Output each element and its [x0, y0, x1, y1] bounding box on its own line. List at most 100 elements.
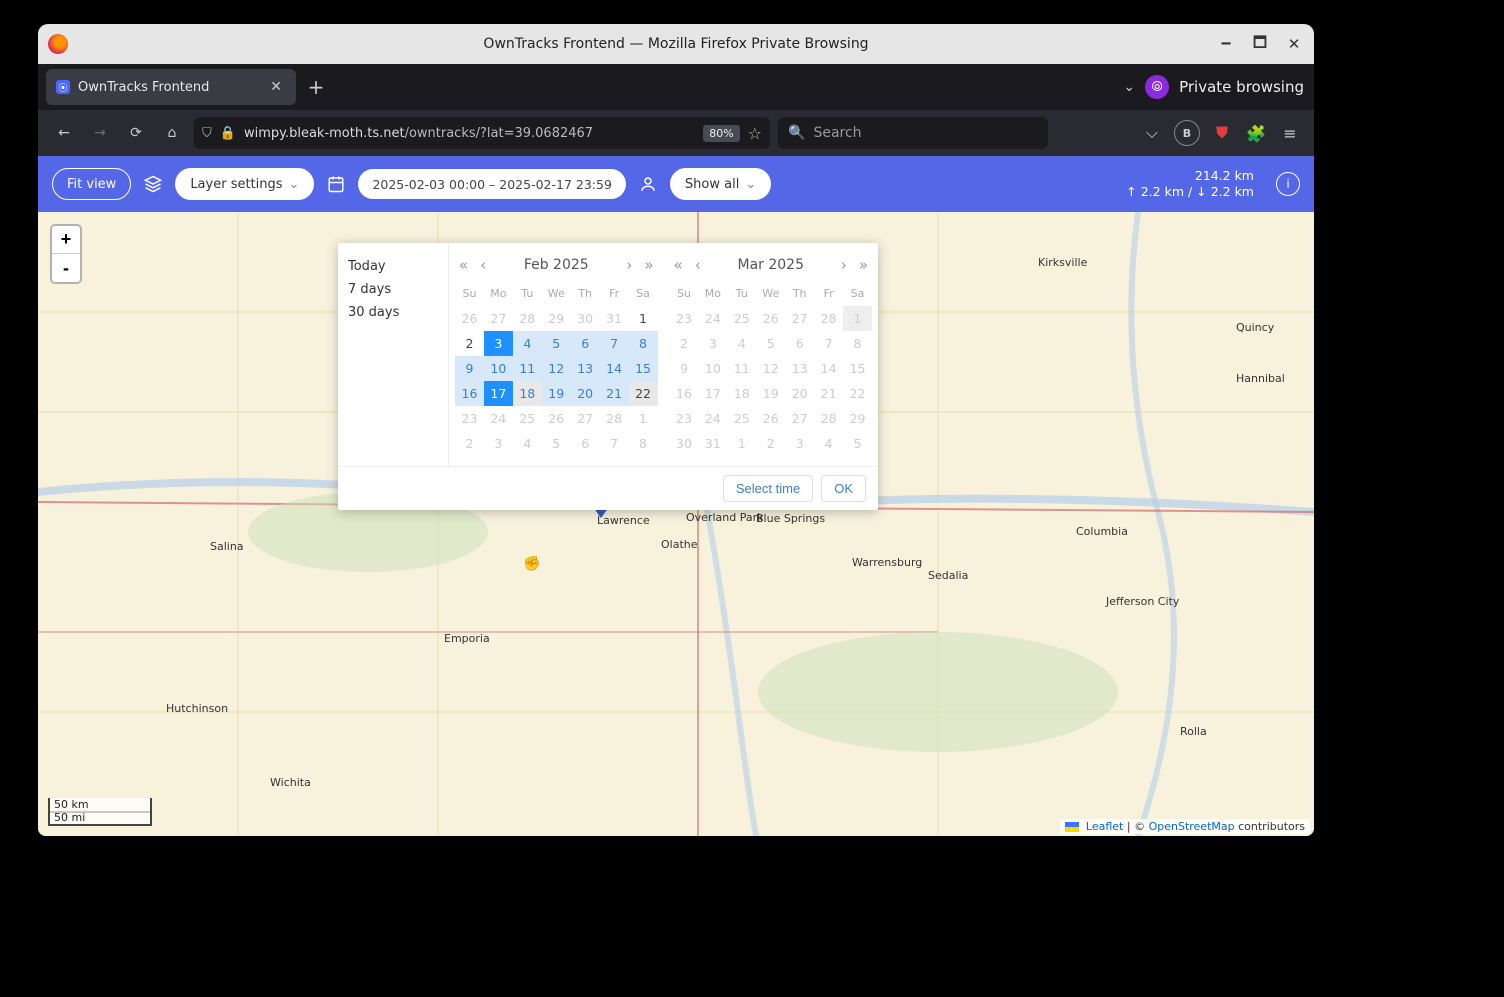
calendar-day[interactable]: 6	[571, 431, 600, 456]
calendar-day[interactable]: 9	[670, 356, 699, 381]
calendar-day[interactable]: 7	[600, 331, 629, 356]
calendar-day[interactable]: 16	[670, 381, 699, 406]
shield-icon[interactable]: ⛉	[202, 126, 212, 141]
calendar-day[interactable]: 2	[455, 431, 484, 456]
calendar-day[interactable]: 11	[727, 356, 756, 381]
fit-view-button[interactable]: Fit view	[52, 168, 131, 200]
calendar-day[interactable]: 7	[600, 431, 629, 456]
calendar-day[interactable]: 4	[727, 331, 756, 356]
forward-button[interactable]: →	[86, 119, 114, 147]
date-shortcut[interactable]: 30 days	[348, 301, 438, 324]
calendar-day[interactable]: 14	[600, 356, 629, 381]
calendar-day[interactable]: 19	[542, 381, 571, 406]
calendar-day[interactable]: 14	[814, 356, 843, 381]
show-all-button[interactable]: Show all ⌄	[670, 168, 771, 200]
calendar-day[interactable]: 21	[814, 381, 843, 406]
prev-month-icon[interactable]: ‹	[691, 256, 705, 274]
calendar-day[interactable]: 5	[542, 331, 571, 356]
calendar-day[interactable]: 22	[843, 381, 872, 406]
calendar-day[interactable]: 22	[629, 381, 658, 406]
layers-icon[interactable]	[141, 172, 165, 196]
calendar-day[interactable]: 12	[542, 356, 571, 381]
calendar-day[interactable]: 2	[670, 331, 699, 356]
calendar-day[interactable]: 18	[727, 381, 756, 406]
prev-month-icon[interactable]: ‹	[476, 256, 490, 274]
calendar-day[interactable]: 8	[843, 331, 872, 356]
calendar-day[interactable]: 8	[629, 431, 658, 456]
next-month-icon[interactable]: ›	[837, 256, 851, 274]
info-icon[interactable]: i	[1276, 172, 1300, 196]
new-tab-button[interactable]: +	[302, 73, 330, 101]
date-shortcut[interactable]: Today	[348, 255, 438, 278]
calendar-day[interactable]: 11	[513, 356, 542, 381]
calendar-day[interactable]: 30	[670, 431, 699, 456]
tab-close-icon[interactable]: ✕	[266, 77, 286, 97]
calendar-day[interactable]: 25	[727, 306, 756, 331]
calendar-day[interactable]: 29	[843, 406, 872, 431]
calendar-icon[interactable]	[324, 172, 348, 196]
calendar-day[interactable]: 28	[814, 406, 843, 431]
calendar-day[interactable]: 6	[785, 331, 814, 356]
home-button[interactable]: ⌂	[158, 119, 186, 147]
calendar-day[interactable]: 27	[785, 306, 814, 331]
calendar-day[interactable]: 31	[698, 431, 727, 456]
calendar-day[interactable]: 1	[629, 306, 658, 331]
calendar-day[interactable]: 12	[756, 356, 785, 381]
back-button[interactable]: ←	[50, 119, 78, 147]
calendar-day[interactable]: 10	[484, 356, 513, 381]
reload-button[interactable]: ⟳	[122, 119, 150, 147]
calendar-day[interactable]: 4	[513, 331, 542, 356]
next-year-icon[interactable]: »	[640, 256, 657, 274]
calendar-day[interactable]: 25	[513, 406, 542, 431]
tabs-dropdown-icon[interactable]: ⌄	[1123, 79, 1135, 95]
calendar-day[interactable]: 17	[698, 381, 727, 406]
calendar-day[interactable]: 5	[542, 431, 571, 456]
extensions-icon[interactable]: 🧩	[1244, 121, 1268, 145]
calendar-day[interactable]: 3	[785, 431, 814, 456]
calendar-day[interactable]: 7	[814, 331, 843, 356]
zoom-badge[interactable]: 80%	[703, 125, 739, 142]
calendar-day[interactable]: 24	[698, 306, 727, 331]
layer-settings-button[interactable]: Layer settings ⌄	[175, 168, 314, 200]
calendar-day[interactable]: 23	[670, 306, 699, 331]
date-shortcut[interactable]: 7 days	[348, 278, 438, 301]
calendar-day[interactable]: 3	[484, 431, 513, 456]
calendar-day[interactable]: 9	[455, 356, 484, 381]
calendar-day[interactable]: 31	[600, 306, 629, 331]
account-icon[interactable]: B	[1174, 120, 1200, 146]
select-time-button[interactable]: Select time	[723, 475, 813, 502]
calendar-day[interactable]: 3	[698, 331, 727, 356]
date-range-input[interactable]: 2025-02-03 00:00 – 2025-02-17 23:59	[358, 169, 625, 199]
bookmark-star-icon[interactable]: ☆	[748, 124, 762, 143]
menu-icon[interactable]: ≡	[1278, 121, 1302, 145]
ublock-icon[interactable]: ⛊	[1210, 121, 1234, 145]
window-minimize-icon[interactable]: 🗕	[1216, 32, 1236, 57]
zoom-out-button[interactable]: -	[52, 254, 80, 282]
calendar-day[interactable]: 13	[571, 356, 600, 381]
calendar-day[interactable]: 20	[571, 381, 600, 406]
next-month-icon[interactable]: ›	[622, 256, 636, 274]
calendar-day[interactable]: 18	[513, 381, 542, 406]
map[interactable]: KirksvilleQuincyHannibalKansas CityManha…	[38, 212, 1314, 836]
zoom-in-button[interactable]: +	[52, 226, 80, 254]
calendar-day[interactable]: 27	[571, 406, 600, 431]
calendar-day[interactable]: 27	[785, 406, 814, 431]
ok-button[interactable]: OK	[821, 475, 866, 502]
calendar-day[interactable]: 6	[571, 331, 600, 356]
calendar-day[interactable]: 29	[542, 306, 571, 331]
calendar-day[interactable]: 4	[814, 431, 843, 456]
search-bar[interactable]: 🔍 Search	[778, 117, 1048, 149]
calendar-day[interactable]: 2	[455, 331, 484, 356]
calendar-day[interactable]: 4	[513, 431, 542, 456]
calendar-day[interactable]: 19	[756, 381, 785, 406]
calendar-day[interactable]: 1	[629, 406, 658, 431]
calendar-day[interactable]: 25	[727, 406, 756, 431]
calendar-day[interactable]: 20	[785, 381, 814, 406]
calendar-day[interactable]: 28	[513, 306, 542, 331]
calendar-day[interactable]: 15	[629, 356, 658, 381]
calendar-day[interactable]: 28	[600, 406, 629, 431]
browser-tab[interactable]: ⦿ OwnTracks Frontend ✕	[46, 69, 296, 105]
calendar-day[interactable]: 26	[756, 406, 785, 431]
osm-link[interactable]: OpenStreetMap	[1149, 820, 1235, 833]
pocket-icon[interactable]: ⌵	[1140, 121, 1164, 145]
